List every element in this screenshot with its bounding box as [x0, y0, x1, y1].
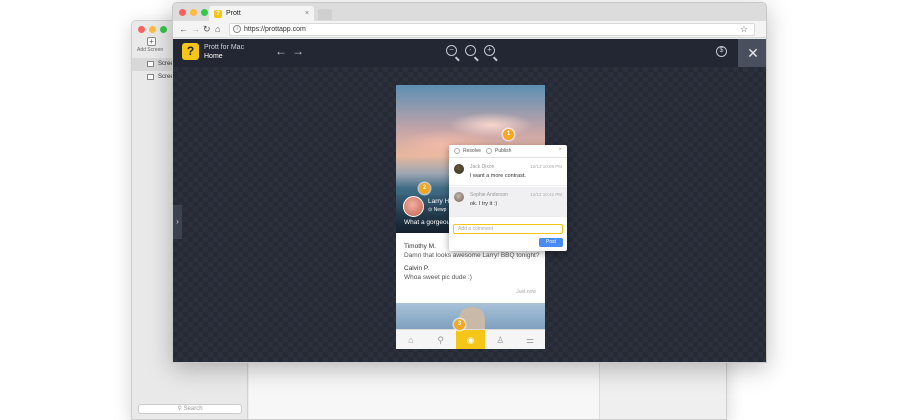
- comment-pin[interactable]: 1: [503, 129, 514, 140]
- tab-bar: ? Prott ×: [173, 3, 766, 21]
- home-icon[interactable]: ⌂: [396, 330, 426, 349]
- comment-author: Calvin P.: [404, 265, 430, 272]
- publish-checkbox[interactable]: [486, 148, 492, 154]
- zoom-in-icon[interactable]: +: [484, 45, 495, 56]
- comment-text: I want a more contrast.: [470, 173, 526, 179]
- close-tab-icon[interactable]: ×: [305, 6, 309, 21]
- browser-window: ? Prott × ← → ↻ ⌂ i https://prottapp.com…: [172, 2, 767, 363]
- back-icon[interactable]: ←: [179, 23, 188, 35]
- zoom-window-button[interactable]: [160, 26, 167, 33]
- canvas-area: [249, 361, 599, 419]
- project-name: Prott for Mac: [204, 44, 245, 51]
- prott-favicon-icon: ?: [214, 10, 222, 18]
- url-text: https://prottapp.com: [244, 26, 306, 33]
- post-comment-button[interactable]: Post: [539, 238, 563, 247]
- comment-timestamp: Just now: [516, 289, 536, 295]
- coin-icon[interactable]: $: [716, 46, 727, 57]
- comment-pin[interactable]: 3: [454, 319, 465, 330]
- zoom-out-icon[interactable]: −: [446, 45, 457, 56]
- comment-text: Whoa sweet pic dude :): [404, 274, 472, 281]
- home-icon[interactable]: ⌂: [215, 23, 220, 35]
- comment-author: Jack Dixon: [470, 164, 495, 170]
- comment-message: Jack Dixon 12/12 10:09 PM I want a more …: [449, 159, 567, 186]
- browser-window-controls: [179, 9, 208, 16]
- app-header: ? Prott for Mac Home ← → − · + $ ✕: [173, 39, 766, 67]
- address-bar[interactable]: i https://prottapp.com ☆: [229, 23, 755, 36]
- resolve-checkbox[interactable]: [454, 148, 460, 154]
- resolve-label[interactable]: Resolve: [463, 148, 481, 154]
- comment-thread-popup: Resolve Publish × Jack Dixon 12/12 10:09…: [449, 145, 567, 251]
- comment-thread-header: Resolve Publish ×: [449, 145, 567, 158]
- publish-label[interactable]: Publish: [495, 148, 511, 154]
- comment-author: Sophie Anderson: [470, 192, 509, 198]
- comment-message: Sophie Anderson 12/12 10:42 PM ok. I try…: [449, 187, 567, 217]
- prott-logo-icon: ?: [182, 43, 199, 60]
- camera-icon[interactable]: ◉: [455, 330, 486, 349]
- post-caption: What a gorgeous: [404, 219, 454, 226]
- avatar: [454, 164, 464, 174]
- browser-close-button[interactable]: [179, 9, 186, 16]
- close-preview-button[interactable]: ✕: [738, 39, 766, 67]
- comment-timestamp: 12/12 10:42 PM: [530, 192, 562, 197]
- tab-title: Prott: [226, 10, 241, 17]
- screen-thumbnail-icon: [147, 74, 154, 80]
- comment-text: Damn that looks awesome Larry! BBQ tonig…: [404, 252, 540, 259]
- close-window-button[interactable]: [138, 26, 145, 33]
- forward-icon[interactable]: →: [191, 23, 200, 35]
- browser-zoom-button[interactable]: [201, 9, 208, 16]
- window-controls: [138, 26, 167, 33]
- browser-toolbar: ← → ↻ ⌂ i https://prottapp.com ☆: [173, 21, 766, 38]
- info-icon[interactable]: i: [233, 25, 241, 33]
- post-location: ⊙ Newp: [428, 207, 447, 213]
- bookmark-star-icon[interactable]: ☆: [740, 24, 748, 35]
- settings-icon[interactable]: ⚌: [515, 330, 545, 349]
- search-placeholder: Search: [183, 406, 203, 412]
- minimize-window-button[interactable]: [149, 26, 156, 33]
- comment-pin[interactable]: 2: [419, 183, 430, 194]
- zoom-reset-icon[interactable]: ·: [465, 45, 476, 56]
- screen-thumbnail-icon: [147, 61, 154, 67]
- search-icon[interactable]: ⚲: [426, 330, 456, 349]
- browser-tab-prott[interactable]: ? Prott ×: [209, 6, 314, 21]
- previous-screen-icon[interactable]: ←: [275, 45, 287, 57]
- sidebar-toggle-chevron-icon[interactable]: ›: [173, 205, 182, 239]
- prott-preview-app: ? Prott for Mac Home ← → − · + $ ✕ › Lar…: [173, 39, 766, 362]
- plus-icon[interactable]: +: [147, 37, 156, 46]
- avatar: [454, 192, 464, 202]
- comment-author: Timothy M.: [404, 243, 436, 250]
- add-comment-input[interactable]: Add a comment: [453, 224, 563, 234]
- comment-timestamp: 12/12 10:09 PM: [530, 164, 562, 169]
- reload-icon[interactable]: ↻: [203, 23, 211, 35]
- browser-minimize-button[interactable]: [190, 9, 197, 16]
- inspector-panel: [599, 361, 726, 419]
- avatar: [403, 196, 424, 217]
- new-tab-button[interactable]: [318, 9, 332, 20]
- phone-tab-bar: ⌂ ⚲ ◉ ♙ ⚌: [396, 329, 545, 349]
- next-post-photo: [396, 303, 545, 329]
- screen-name: Home: [204, 53, 223, 60]
- screen-search-input[interactable]: ⚲ Search: [138, 404, 242, 414]
- next-screen-icon[interactable]: →: [292, 45, 304, 57]
- profile-icon[interactable]: ♙: [485, 330, 515, 349]
- add-screen-label[interactable]: Add Screen: [137, 47, 163, 53]
- close-thread-icon[interactable]: ×: [558, 147, 562, 153]
- comment-text: ok. I try it :): [470, 201, 498, 207]
